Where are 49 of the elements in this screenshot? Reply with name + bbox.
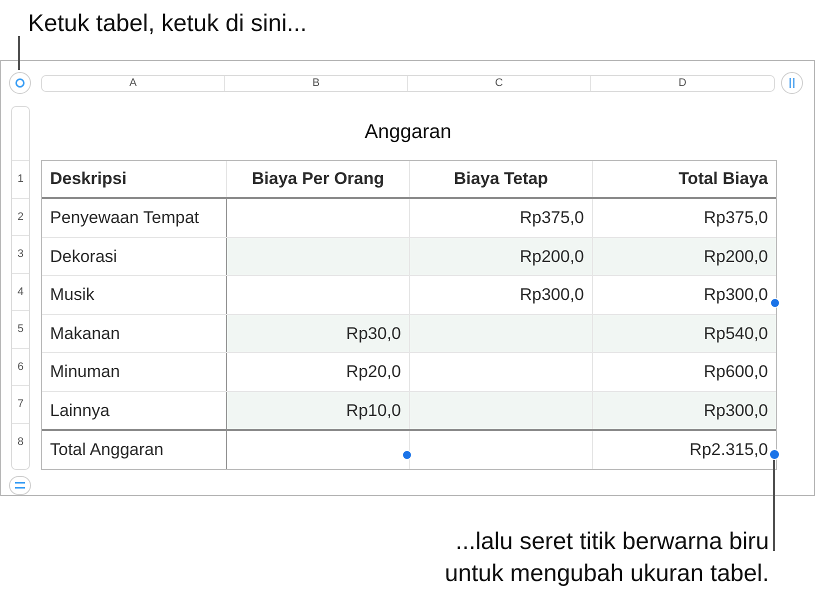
table-cell-text: Musik — [50, 284, 94, 306]
table-cell-text: Rp375,0 — [704, 207, 768, 230]
table-cell-text: Makanan — [50, 322, 120, 345]
equals-icon — [15, 482, 25, 489]
column-header[interactable]: C — [407, 76, 590, 91]
column-header[interactable]: B — [224, 76, 407, 91]
table-cell-text: Rp540,0 — [704, 322, 768, 345]
table-cell-text: Rp300,0 — [704, 400, 768, 422]
table-cell-text: Dekorasi — [50, 246, 118, 268]
callout-text: Ketuk tabel, ketuk di sini... — [28, 10, 307, 37]
table-cell-text: Rp10,0 — [346, 400, 401, 422]
select-table-button[interactable] — [9, 72, 31, 94]
table-cell-text: Rp300,0 — [704, 284, 768, 306]
row-header[interactable]: 1 — [12, 160, 29, 198]
column-handle-button[interactable] — [781, 72, 803, 94]
row-header[interactable]: 7 — [12, 385, 29, 423]
row-header[interactable]: 3 — [12, 235, 29, 273]
row-header[interactable]: 5 — [12, 310, 29, 348]
table-cell-text: Rp200,0 — [520, 246, 584, 268]
column-heading: Biaya Per Orang — [252, 168, 384, 190]
circle-icon — [15, 78, 25, 88]
table-title: Anggaran — [364, 120, 452, 145]
row-header[interactable]: 2 — [12, 198, 29, 236]
table-cell-text: Rp200,0 — [704, 246, 768, 268]
column-heading: Total Biaya — [678, 168, 768, 190]
leader-line — [18, 36, 20, 70]
column-header[interactable]: A — [42, 76, 224, 91]
row-header[interactable]: 6 — [12, 348, 29, 386]
resize-handle[interactable] — [769, 449, 780, 460]
table-cell-text: Rp300,0 — [520, 284, 584, 306]
table-cell-text: Penyewaan Tempat — [50, 207, 200, 230]
column-header[interactable]: D — [590, 76, 774, 91]
callout-line: untuk mengubah ukuran tabel. — [444, 559, 769, 589]
pause-icon — [789, 78, 795, 88]
row-handle-button[interactable] — [9, 476, 31, 495]
column-heading: Deskripsi — [50, 168, 127, 190]
table-cell-text: Minuman — [50, 361, 120, 384]
table-cell-text: Rp375,0 — [520, 207, 584, 230]
table-cell-text: Rp30,0 — [346, 322, 401, 345]
resize-handle[interactable] — [770, 298, 780, 308]
row-header[interactable]: 8 — [12, 422, 29, 460]
table-cell-text: Rp2.315,0 — [690, 439, 768, 462]
table-cell-text: Rp20,0 — [346, 361, 401, 384]
table-cell-text: Lainnya — [50, 400, 110, 422]
table-cell-text: Total Anggaran — [50, 439, 164, 462]
callout-line: ...lalu seret titik berwarna biru — [456, 527, 769, 557]
row-header[interactable]: 4 — [12, 272, 29, 310]
table-cell-text: Rp600,0 — [704, 361, 768, 384]
column-heading: Biaya Tetap — [454, 168, 548, 190]
